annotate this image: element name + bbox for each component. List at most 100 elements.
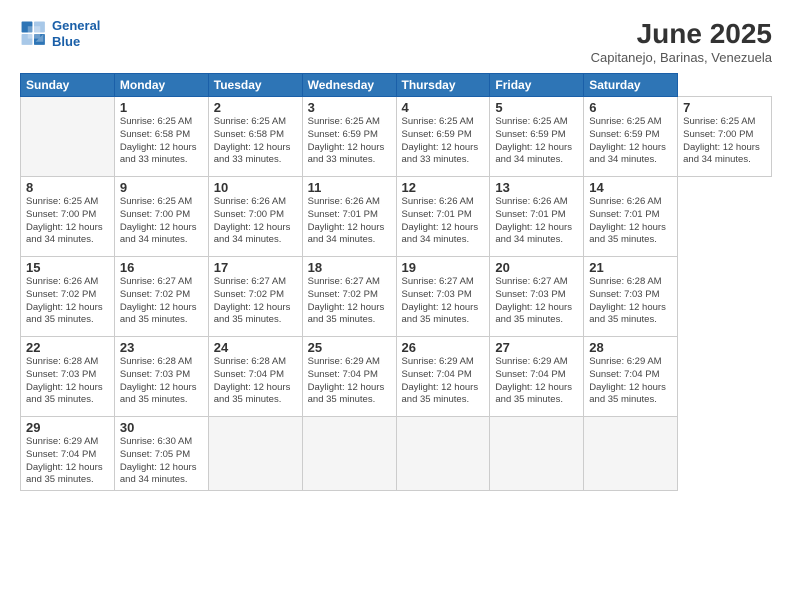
- day-cell-19: 19Sunrise: 6:27 AMSunset: 7:03 PMDayligh…: [396, 257, 490, 337]
- day-number: 30: [120, 420, 203, 435]
- day-number: 21: [589, 260, 672, 275]
- day-info: Sunrise: 6:25 AMSunset: 6:58 PMDaylight:…: [120, 116, 203, 167]
- day-number: 4: [402, 100, 485, 115]
- day-cell-23: 23Sunrise: 6:28 AMSunset: 7:03 PMDayligh…: [114, 337, 208, 417]
- day-number: 13: [495, 180, 578, 195]
- day-info: Sunrise: 6:25 AMSunset: 7:00 PMDaylight:…: [683, 116, 766, 167]
- day-info: Sunrise: 6:29 AMSunset: 7:04 PMDaylight:…: [402, 356, 485, 407]
- day-number: 17: [214, 260, 297, 275]
- day-info: Sunrise: 6:25 AMSunset: 6:58 PMDaylight:…: [214, 116, 297, 167]
- week-row-5: 29Sunrise: 6:29 AMSunset: 7:04 PMDayligh…: [21, 417, 772, 491]
- day-cell-16: 16Sunrise: 6:27 AMSunset: 7:02 PMDayligh…: [114, 257, 208, 337]
- header-cell-tuesday: Tuesday: [208, 74, 302, 97]
- day-number: 6: [589, 100, 672, 115]
- day-info: Sunrise: 6:28 AMSunset: 7:03 PMDaylight:…: [589, 276, 672, 327]
- day-info: Sunrise: 6:25 AMSunset: 6:59 PMDaylight:…: [589, 116, 672, 167]
- empty-cell: [302, 417, 396, 491]
- week-row-3: 15Sunrise: 6:26 AMSunset: 7:02 PMDayligh…: [21, 257, 772, 337]
- day-number: 20: [495, 260, 578, 275]
- day-cell-9: 9Sunrise: 6:25 AMSunset: 7:00 PMDaylight…: [114, 177, 208, 257]
- day-number: 15: [26, 260, 109, 275]
- header: General Blue June 2025 Capitanejo, Barin…: [20, 18, 772, 65]
- day-info: Sunrise: 6:28 AMSunset: 7:03 PMDaylight:…: [26, 356, 109, 407]
- day-cell-27: 27Sunrise: 6:29 AMSunset: 7:04 PMDayligh…: [490, 337, 584, 417]
- header-cell-sunday: Sunday: [21, 74, 115, 97]
- day-number: 14: [589, 180, 672, 195]
- header-cell-monday: Monday: [114, 74, 208, 97]
- day-cell-4: 4Sunrise: 6:25 AMSunset: 6:59 PMDaylight…: [396, 97, 490, 177]
- day-cell-17: 17Sunrise: 6:27 AMSunset: 7:02 PMDayligh…: [208, 257, 302, 337]
- day-cell-15: 15Sunrise: 6:26 AMSunset: 7:02 PMDayligh…: [21, 257, 115, 337]
- day-info: Sunrise: 6:27 AMSunset: 7:02 PMDaylight:…: [214, 276, 297, 327]
- empty-cell: [208, 417, 302, 491]
- day-number: 9: [120, 180, 203, 195]
- day-number: 3: [308, 100, 391, 115]
- day-info: Sunrise: 6:29 AMSunset: 7:04 PMDaylight:…: [495, 356, 578, 407]
- day-number: 19: [402, 260, 485, 275]
- day-cell-2: 2Sunrise: 6:25 AMSunset: 6:58 PMDaylight…: [208, 97, 302, 177]
- day-cell-1: 1Sunrise: 6:25 AMSunset: 6:58 PMDaylight…: [114, 97, 208, 177]
- logo-text: General Blue: [52, 18, 100, 49]
- day-cell-11: 11Sunrise: 6:26 AMSunset: 7:01 PMDayligh…: [302, 177, 396, 257]
- day-number: 23: [120, 340, 203, 355]
- day-info: Sunrise: 6:28 AMSunset: 7:03 PMDaylight:…: [120, 356, 203, 407]
- day-number: 2: [214, 100, 297, 115]
- week-row-4: 22Sunrise: 6:28 AMSunset: 7:03 PMDayligh…: [21, 337, 772, 417]
- logo: General Blue: [20, 18, 100, 49]
- day-number: 27: [495, 340, 578, 355]
- day-cell-26: 26Sunrise: 6:29 AMSunset: 7:04 PMDayligh…: [396, 337, 490, 417]
- day-number: 10: [214, 180, 297, 195]
- day-info: Sunrise: 6:27 AMSunset: 7:02 PMDaylight:…: [120, 276, 203, 327]
- day-cell-14: 14Sunrise: 6:26 AMSunset: 7:01 PMDayligh…: [584, 177, 678, 257]
- day-info: Sunrise: 6:25 AMSunset: 6:59 PMDaylight:…: [402, 116, 485, 167]
- day-number: 8: [26, 180, 109, 195]
- day-info: Sunrise: 6:26 AMSunset: 7:01 PMDaylight:…: [402, 196, 485, 247]
- day-info: Sunrise: 6:26 AMSunset: 7:01 PMDaylight:…: [589, 196, 672, 247]
- day-info: Sunrise: 6:30 AMSunset: 7:05 PMDaylight:…: [120, 436, 203, 487]
- header-cell-friday: Friday: [490, 74, 584, 97]
- day-info: Sunrise: 6:26 AMSunset: 7:01 PMDaylight:…: [308, 196, 391, 247]
- week-row-2: 8Sunrise: 6:25 AMSunset: 7:00 PMDaylight…: [21, 177, 772, 257]
- day-info: Sunrise: 6:26 AMSunset: 7:02 PMDaylight:…: [26, 276, 109, 327]
- day-info: Sunrise: 6:25 AMSunset: 6:59 PMDaylight:…: [308, 116, 391, 167]
- day-cell-18: 18Sunrise: 6:27 AMSunset: 7:02 PMDayligh…: [302, 257, 396, 337]
- page: General Blue June 2025 Capitanejo, Barin…: [0, 0, 792, 612]
- day-cell-7: 7Sunrise: 6:25 AMSunset: 7:00 PMDaylight…: [678, 97, 772, 177]
- day-cell-13: 13Sunrise: 6:26 AMSunset: 7:01 PMDayligh…: [490, 177, 584, 257]
- day-number: 18: [308, 260, 391, 275]
- day-cell-12: 12Sunrise: 6:26 AMSunset: 7:01 PMDayligh…: [396, 177, 490, 257]
- day-cell-24: 24Sunrise: 6:28 AMSunset: 7:04 PMDayligh…: [208, 337, 302, 417]
- day-cell-3: 3Sunrise: 6:25 AMSunset: 6:59 PMDaylight…: [302, 97, 396, 177]
- day-info: Sunrise: 6:29 AMSunset: 7:04 PMDaylight:…: [26, 436, 109, 487]
- day-cell-28: 28Sunrise: 6:29 AMSunset: 7:04 PMDayligh…: [584, 337, 678, 417]
- day-cell-29: 29Sunrise: 6:29 AMSunset: 7:04 PMDayligh…: [21, 417, 115, 491]
- day-number: 16: [120, 260, 203, 275]
- day-info: Sunrise: 6:27 AMSunset: 7:03 PMDaylight:…: [402, 276, 485, 327]
- empty-cell: [21, 97, 115, 177]
- empty-cell: [490, 417, 584, 491]
- day-cell-6: 6Sunrise: 6:25 AMSunset: 6:59 PMDaylight…: [584, 97, 678, 177]
- header-cell-saturday: Saturday: [584, 74, 678, 97]
- day-cell-10: 10Sunrise: 6:26 AMSunset: 7:00 PMDayligh…: [208, 177, 302, 257]
- day-cell-22: 22Sunrise: 6:28 AMSunset: 7:03 PMDayligh…: [21, 337, 115, 417]
- day-info: Sunrise: 6:27 AMSunset: 7:02 PMDaylight:…: [308, 276, 391, 327]
- day-info: Sunrise: 6:28 AMSunset: 7:04 PMDaylight:…: [214, 356, 297, 407]
- header-cell-wednesday: Wednesday: [302, 74, 396, 97]
- day-number: 26: [402, 340, 485, 355]
- day-info: Sunrise: 6:27 AMSunset: 7:03 PMDaylight:…: [495, 276, 578, 327]
- logo-icon: [20, 20, 48, 48]
- day-number: 5: [495, 100, 578, 115]
- day-number: 11: [308, 180, 391, 195]
- day-cell-30: 30Sunrise: 6:30 AMSunset: 7:05 PMDayligh…: [114, 417, 208, 491]
- day-info: Sunrise: 6:29 AMSunset: 7:04 PMDaylight:…: [589, 356, 672, 407]
- empty-cell: [396, 417, 490, 491]
- day-info: Sunrise: 6:25 AMSunset: 7:00 PMDaylight:…: [26, 196, 109, 247]
- empty-cell: [584, 417, 678, 491]
- day-number: 24: [214, 340, 297, 355]
- title-block: June 2025 Capitanejo, Barinas, Venezuela: [591, 18, 772, 65]
- day-cell-5: 5Sunrise: 6:25 AMSunset: 6:59 PMDaylight…: [490, 97, 584, 177]
- day-info: Sunrise: 6:26 AMSunset: 7:01 PMDaylight:…: [495, 196, 578, 247]
- day-info: Sunrise: 6:25 AMSunset: 6:59 PMDaylight:…: [495, 116, 578, 167]
- day-cell-25: 25Sunrise: 6:29 AMSunset: 7:04 PMDayligh…: [302, 337, 396, 417]
- day-number: 22: [26, 340, 109, 355]
